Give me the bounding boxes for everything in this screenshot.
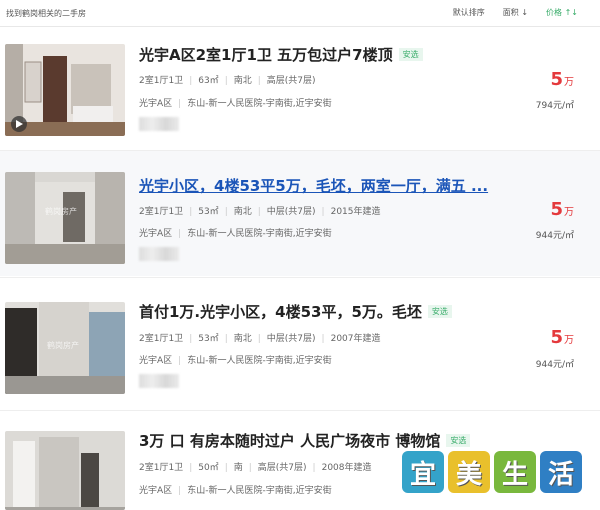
spec-floor: 中层(共7层) — [266, 334, 316, 344]
watermark-char: 生 — [494, 451, 536, 493]
listing-location: 光宇A区 | 东山-新一人民医院-宇南街,近宇安街 — [139, 226, 332, 239]
spec-layout: 2室1厅1卫 — [139, 463, 184, 473]
listing-title[interactable]: 光宇小区，4楼53平5万，毛坯，两室一厅，满五 ... — [139, 175, 488, 196]
price-value: 5 — [550, 69, 563, 90]
community-link[interactable]: 光宇A区 — [139, 483, 172, 496]
listing-photo[interactable] — [5, 44, 125, 136]
spec-floor: 高层(共7层) — [257, 463, 307, 473]
spec-floor: 中层(共7层) — [266, 207, 316, 217]
sort-price-label: 价格 — [546, 8, 563, 17]
room-photo-icon — [5, 44, 125, 136]
room-photo-icon — [5, 431, 125, 510]
price-unit: 万 — [564, 335, 574, 346]
price-unit: 万 — [564, 77, 574, 88]
room-photo-icon: 鹤岗房产 — [5, 172, 125, 264]
listing-photo[interactable] — [5, 431, 125, 510]
listing-location: 光宇A区 | 东山-新一人民医院-宇南街,近宇安街 — [139, 483, 332, 496]
spec-orientation: 南北 — [233, 334, 252, 344]
watermark-char: 宜 — [402, 451, 444, 493]
listing-row[interactable]: 鹤岗房产 光宇小区，4楼53平5万，毛坯，两室一厅，满五 ... 2室1厅1卫 |… — [0, 151, 600, 276]
spec-layout: 2室1厅1卫 — [139, 76, 184, 86]
listing-title-text: 3万 口 有房本随时过户 人民广场夜市 博物馆 — [139, 432, 441, 450]
listing-title-text: 光宇小区，4楼53平5万，毛坯，两室一厅，满五 ... — [139, 177, 489, 195]
listing-title-text: 光宇A区2室1厅1卫 五万包过户7楼顶 — [139, 46, 393, 64]
listing-photo[interactable]: 鹤岗房产 — [5, 302, 125, 394]
room-photo-icon: 鹤岗房产 — [5, 302, 125, 394]
spec-area: 50㎡ — [198, 463, 219, 473]
sort-default-button[interactable]: 默认排序 — [453, 7, 485, 18]
photo-watermark: 鹤岗房产 — [47, 340, 79, 350]
sort-bar: 默认排序 面积 ↓ 价格 ↑↓ — [453, 7, 578, 18]
listing-photo[interactable]: 鹤岗房产 — [5, 172, 125, 264]
community-link[interactable]: 光宇A区 — [139, 226, 172, 239]
sort-area-button[interactable]: 面积 ↓ — [503, 7, 528, 18]
spec-orientation: 南 — [233, 463, 243, 473]
photo-watermark: 鹤岗房产 — [45, 206, 77, 216]
unit-price: 944元/㎡ — [535, 360, 574, 370]
verified-badge: 安选 — [427, 305, 452, 318]
agent-info-blurred — [139, 374, 179, 388]
listing-specs: 2室1厅1卫 | 53㎡ | 南北 | 中层(共7层) | 2007年建造 — [139, 331, 381, 344]
total-price: 5万 — [550, 199, 574, 220]
arrow-down-icon: ↓ — [521, 8, 529, 17]
listing-title[interactable]: 3万 口 有房本随时过户 人民广场夜市 博物馆 安选 — [139, 430, 471, 451]
listing-title[interactable]: 首付1万.光宇小区，4楼53平，5万。毛坯 安选 — [139, 301, 452, 322]
spec-year: 2008年建造 — [321, 463, 372, 473]
address-text: 东山-新一人民医院-宇南街,近宇安街 — [187, 99, 332, 109]
spec-area: 53㎡ — [198, 334, 219, 344]
address-text: 东山-新一人民医院-宇南街,近宇安街 — [187, 356, 332, 366]
listing-row[interactable]: 鹤岗房产 首付1万.光宇小区，4楼53平，5万。毛坯 安选 2室1厅1卫 | 53㎡ |… — [0, 278, 600, 406]
community-link[interactable]: 光宇A区 — [139, 96, 172, 109]
community-link[interactable]: 光宇A区 — [139, 353, 172, 366]
unit-price: 794元/㎡ — [535, 101, 574, 111]
spec-orientation: 南北 — [233, 207, 252, 217]
spec-orientation: 南北 — [233, 76, 252, 86]
listing-specs: 2室1厅1卫 | 63㎡ | 南北 | 高层(共7层) — [139, 73, 316, 86]
price-value: 5 — [550, 199, 563, 220]
unit-price: 944元/㎡ — [535, 231, 574, 241]
price-unit: 万 — [564, 207, 574, 218]
verified-badge: 安选 — [398, 48, 423, 61]
listing-specs: 2室1厅1卫 | 50㎡ | 南 | 高层(共7层) | 2008年建造 — [139, 460, 372, 473]
spec-layout: 2室1厅1卫 — [139, 334, 184, 344]
listing-location: 光宇A区 | 东山-新一人民医院-宇南街,近宇安街 — [139, 96, 332, 109]
listing-title-text: 首付1万.光宇小区，4楼53平，5万。毛坯 — [139, 303, 422, 321]
watermark-char: 美 — [448, 451, 490, 493]
results-title: 找到鹤岗相关的二手房 — [6, 9, 86, 18]
agent-info-blurred — [139, 117, 179, 131]
listing-location: 光宇A区 | 东山-新一人民医院-宇南街,近宇安街 — [139, 353, 332, 366]
agent-info-blurred — [139, 247, 179, 261]
watermark-char: 活 — [540, 451, 582, 493]
spec-floor: 高层(共7层) — [266, 76, 316, 86]
listing-specs: 2室1厅1卫 | 53㎡ | 南北 | 中层(共7层) | 2015年建造 — [139, 204, 381, 217]
spec-year: 2015年建造 — [330, 207, 381, 217]
results-header: 找到鹤岗相关的二手房 默认排序 面积 ↓ 价格 ↑↓ — [0, 0, 600, 27]
address-text: 东山-新一人民医院-宇南街,近宇安街 — [187, 486, 332, 496]
spec-year: 2007年建造 — [330, 334, 381, 344]
sort-toggle-icon: ↑↓ — [564, 8, 578, 17]
spec-area: 53㎡ — [198, 207, 219, 217]
brand-watermark: 宜 美 生 活 — [402, 451, 582, 493]
verified-badge: 安选 — [446, 434, 471, 447]
address-text: 东山-新一人民医院-宇南街,近宇安街 — [187, 229, 332, 239]
spec-layout: 2室1厅1卫 — [139, 207, 184, 217]
price-value: 5 — [550, 327, 563, 348]
total-price: 5万 — [550, 327, 574, 348]
total-price: 5万 — [550, 69, 574, 90]
listing-row[interactable]: 光宇A区2室1厅1卫 五万包过户7楼顶 安选 2室1厅1卫 | 63㎡ | 南北 | 高层(共… — [0, 27, 600, 149]
spec-area: 63㎡ — [198, 76, 219, 86]
sort-area-label: 面积 — [502, 8, 519, 17]
listing-title[interactable]: 光宇A区2室1厅1卫 五万包过户7楼顶 安选 — [139, 44, 423, 65]
sort-price-button[interactable]: 价格 ↑↓ — [546, 7, 578, 18]
